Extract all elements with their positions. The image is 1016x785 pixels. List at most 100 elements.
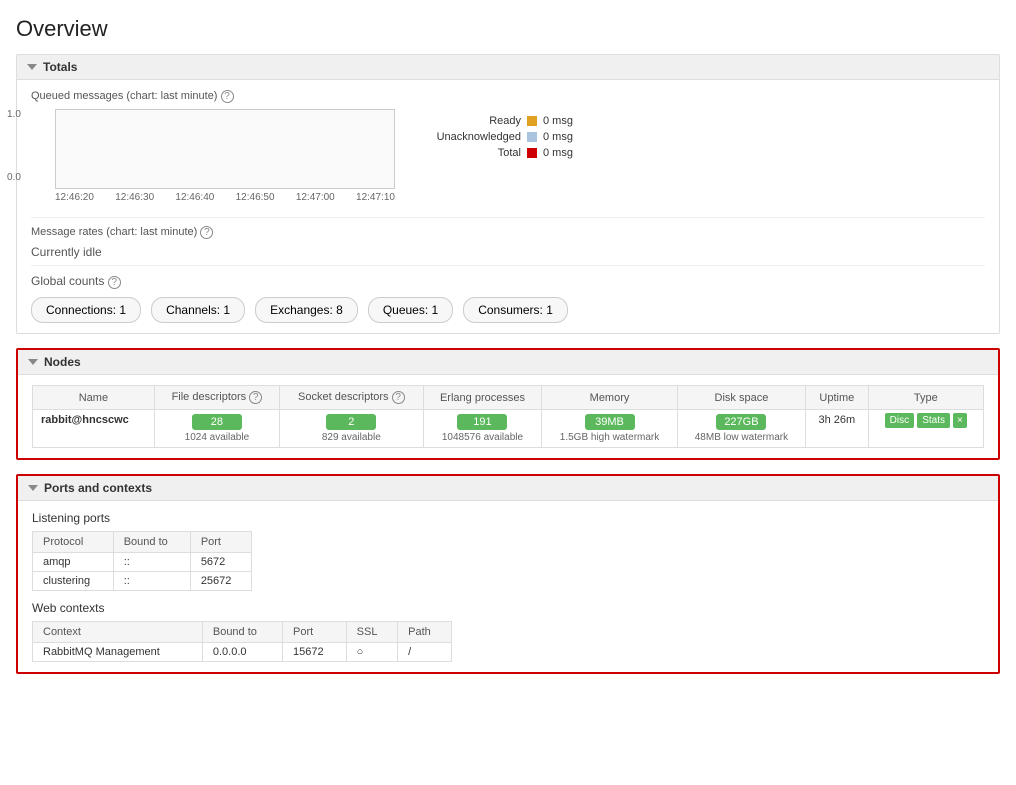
- col-path: Path: [398, 622, 452, 643]
- connections-badge[interactable]: Connections: 1: [31, 297, 141, 323]
- chart-legend: Ready 0 msg Unacknowledged 0 msg Total 0…: [411, 109, 573, 163]
- context-table-header: Context Bound to Port SSL Path: [33, 622, 452, 643]
- consumers-badge[interactable]: Consumers: 1: [463, 297, 568, 323]
- file-desc-help[interactable]: ?: [249, 391, 262, 404]
- global-counts-help-icon[interactable]: ?: [108, 276, 121, 289]
- table-row: rabbit@hncscwc 28 1024 available 2 829 a…: [33, 410, 984, 448]
- col-file-desc: File descriptors ?: [154, 386, 279, 410]
- ports-table-header: Protocol Bound to Port: [33, 532, 252, 553]
- legend-unacked-value: 0 msg: [543, 131, 573, 143]
- nodes-table: Name File descriptors ? Socket descripto…: [32, 385, 984, 448]
- totals-label: Totals: [43, 60, 77, 74]
- nodes-header: Nodes: [18, 350, 998, 375]
- nodes-section: Nodes Name File descriptors ? Socket des…: [16, 348, 1000, 460]
- amqp-port: 5672: [190, 553, 251, 572]
- node-name: rabbit@hncscwc: [33, 410, 155, 448]
- legend-ready-label: Ready: [411, 115, 521, 127]
- col-disk: Disk space: [677, 386, 805, 410]
- chart-area: 1.0 0.0 12:46:20 12:46:30 12:46:40 12:46…: [31, 109, 391, 203]
- legend-ready-value: 0 msg: [543, 115, 573, 127]
- file-desc-available: 1024 available: [163, 432, 271, 443]
- nodes-table-header: Name File descriptors ? Socket descripto…: [33, 386, 984, 410]
- legend-unacked-dot: [527, 132, 537, 142]
- table-row: RabbitMQ Management 0.0.0.0 15672 ○ /: [33, 643, 452, 662]
- chart-box: [55, 109, 395, 189]
- ports-collapse-icon[interactable]: [28, 485, 38, 491]
- node-uptime: 3h 26m: [806, 410, 868, 448]
- message-rates-label: Message rates (chart: last minute) ?: [31, 226, 985, 239]
- socket-desc-help[interactable]: ?: [392, 391, 405, 404]
- chart-container: 1.0 0.0 12:46:20 12:46:30 12:46:40 12:46…: [31, 109, 985, 203]
- global-counts-label: Global counts ?: [31, 274, 985, 289]
- col-protocol: Protocol: [33, 532, 114, 553]
- col-name: Name: [33, 386, 155, 410]
- col-memory: Memory: [542, 386, 677, 410]
- ports-section: Ports and contexts Listening ports Proto…: [16, 474, 1000, 674]
- col-port: Port: [190, 532, 251, 553]
- page-title: Overview: [16, 16, 1000, 42]
- disc-badge[interactable]: Disc: [885, 413, 914, 428]
- clustering-port: 25672: [190, 572, 251, 591]
- col-type: Type: [868, 386, 983, 410]
- channels-badge[interactable]: Channels: 1: [151, 297, 245, 323]
- erlang-value: 191: [457, 414, 507, 430]
- col-uptime: Uptime: [806, 386, 868, 410]
- file-desc-value: 28: [192, 414, 242, 430]
- legend-total: Total 0 msg: [411, 147, 573, 159]
- node-socket-desc: 2 829 available: [279, 410, 423, 448]
- stats-badge[interactable]: Stats: [917, 413, 950, 428]
- ports-header: Ports and contexts: [18, 476, 998, 501]
- amqp-protocol: amqp: [33, 553, 114, 572]
- disk-note: 48MB low watermark: [686, 432, 797, 443]
- legend-total-dot: [527, 148, 537, 158]
- counts-row: Connections: 1 Channels: 1 Exchanges: 8 …: [31, 297, 985, 323]
- node-disk: 227GB 48MB low watermark: [677, 410, 805, 448]
- legend-total-value: 0 msg: [543, 147, 573, 159]
- nodes-label: Nodes: [44, 355, 81, 369]
- web-contexts-label: Web contexts: [32, 601, 984, 615]
- context-port: 15672: [283, 643, 347, 662]
- node-erlang: 191 1048576 available: [423, 410, 542, 448]
- totals-content: Queued messages (chart: last minute) ? 1…: [17, 80, 999, 333]
- col-erlang: Erlang processes: [423, 386, 542, 410]
- currently-idle: Currently idle: [31, 245, 985, 259]
- table-row: clustering :: 25672: [33, 572, 252, 591]
- global-counts-area: Global counts ? Connections: 1 Channels:…: [31, 265, 985, 323]
- listening-ports-label: Listening ports: [32, 511, 984, 525]
- col-context-port: Port: [283, 622, 347, 643]
- col-context: Context: [33, 622, 203, 643]
- erlang-available: 1048576 available: [432, 432, 534, 443]
- totals-section: Totals Queued messages (chart: last minu…: [16, 54, 1000, 334]
- queues-badge[interactable]: Queues: 1: [368, 297, 453, 323]
- ports-label: Ports and contexts: [44, 481, 152, 495]
- socket-desc-value: 2: [326, 414, 376, 430]
- legend-ready: Ready 0 msg: [411, 115, 573, 127]
- socket-desc-available: 829 available: [288, 432, 415, 443]
- memory-note: 1.5GB high watermark: [550, 432, 668, 443]
- message-rates-help-icon[interactable]: ?: [200, 226, 213, 239]
- col-bound-to: Bound to: [113, 532, 190, 553]
- clustering-protocol: clustering: [33, 572, 114, 591]
- x-badge[interactable]: ×: [953, 413, 967, 428]
- ports-content: Listening ports Protocol Bound to Port a…: [18, 501, 998, 672]
- queued-messages-label: Queued messages (chart: last minute) ?: [31, 90, 985, 103]
- col-context-bound: Bound to: [202, 622, 282, 643]
- context-bound: 0.0.0.0: [202, 643, 282, 662]
- legend-unacked-label: Unacknowledged: [411, 131, 521, 143]
- queued-messages-help-icon[interactable]: ?: [221, 90, 234, 103]
- node-type: Disc Stats ×: [868, 410, 983, 448]
- exchanges-badge[interactable]: Exchanges: 8: [255, 297, 358, 323]
- legend-ready-dot: [527, 116, 537, 126]
- disk-value: 227GB: [716, 414, 766, 430]
- totals-collapse-icon[interactable]: [27, 64, 37, 70]
- col-ssl: SSL: [346, 622, 398, 643]
- totals-header: Totals: [17, 55, 999, 80]
- legend-total-label: Total: [411, 147, 521, 159]
- nodes-collapse-icon[interactable]: [28, 359, 38, 365]
- context-name: RabbitMQ Management: [33, 643, 203, 662]
- amqp-bound: ::: [113, 553, 190, 572]
- context-ssl: ○: [346, 643, 398, 662]
- memory-value: 39MB: [585, 414, 635, 430]
- node-memory: 39MB 1.5GB high watermark: [542, 410, 677, 448]
- chart-y-labels: 1.0 0.0: [7, 109, 21, 183]
